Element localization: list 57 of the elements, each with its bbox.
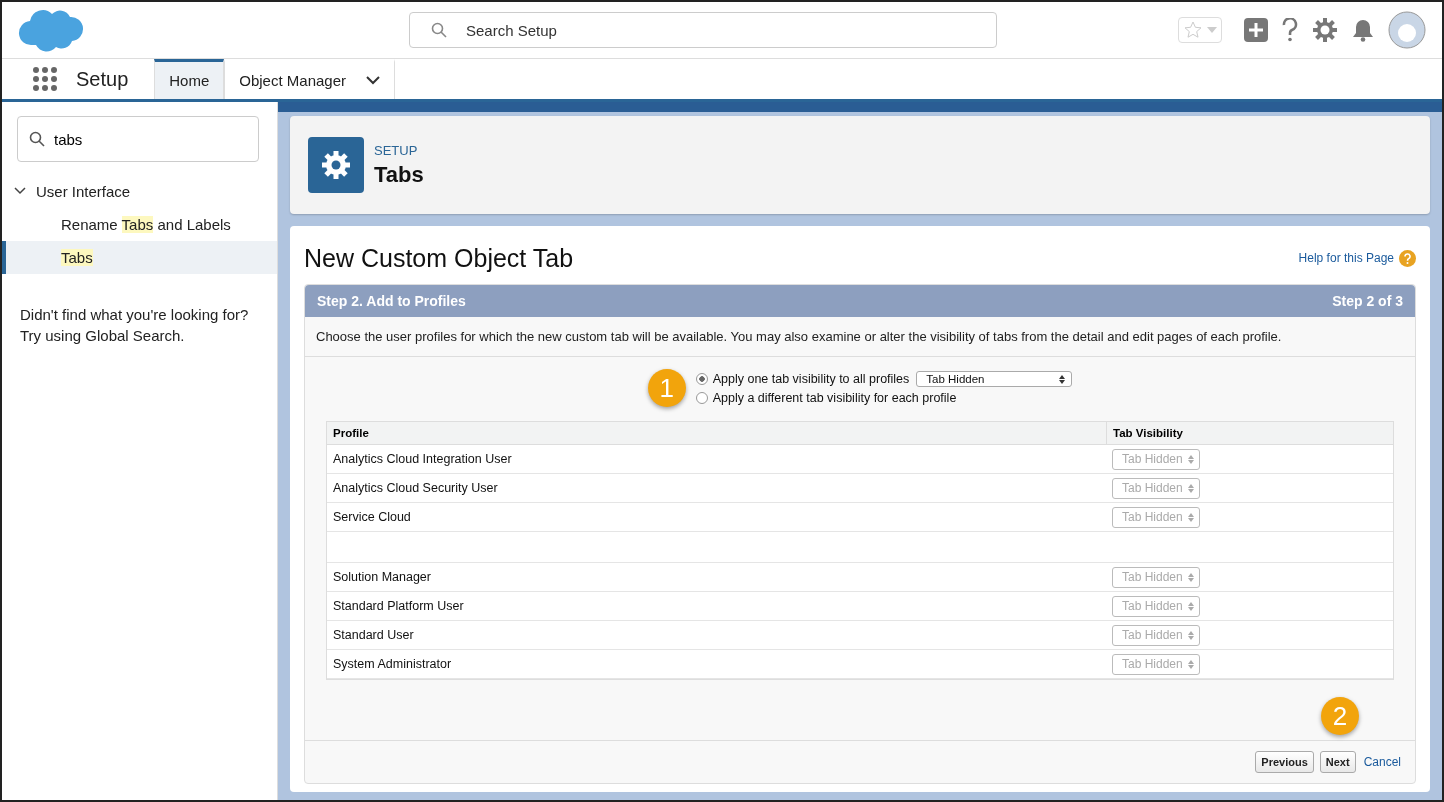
page-title: Tabs <box>374 161 424 188</box>
option-label: Apply one tab visibility to all profiles <box>712 372 910 386</box>
avatar-icon[interactable] <box>1388 11 1426 49</box>
step-callout: 1 <box>647 369 686 407</box>
search-icon <box>29 131 45 147</box>
search-field[interactable]: Search Setup <box>409 12 997 48</box>
tree-item[interactable]: Tabs <box>2 241 277 274</box>
description-text: Choose the user profiles for which the new custom tab will be available. You may also examine or alter the visibility of tabs from the detail and edit pages of each profile. <box>305 317 1415 357</box>
star-icon <box>1183 20 1203 40</box>
table-cell-text: Standard Platform User <box>332 599 465 613</box>
app-launcher-icon[interactable] <box>32 66 58 92</box>
table-cell-text: Service Cloud <box>332 510 412 524</box>
nav-tab[interactable]: Home <box>154 59 225 99</box>
hint-text: Try using Global Search. <box>20 326 186 346</box>
table-cell-text: Solution Manager <box>332 570 432 584</box>
updown-icon <box>1187 483 1194 493</box>
radio-button[interactable] <box>695 392 708 404</box>
updown-icon <box>1187 572 1194 582</box>
tree-item[interactable]: Rename Tabs and Labels <box>2 208 277 241</box>
column-header: Profile <box>332 427 370 439</box>
option-label: Apply a different tab visibility for each profile <box>712 391 957 405</box>
updown-icon <box>1059 374 1066 384</box>
step-title: Step 2. Add to Profiles <box>317 293 466 309</box>
updown-icon <box>1187 630 1194 640</box>
quick-find-field[interactable]: tabs <box>17 116 259 162</box>
settings-icon[interactable] <box>1312 17 1338 43</box>
tree-node[interactable]: User Interface <box>2 174 277 208</box>
table-cell-text: System Administrator <box>332 657 453 671</box>
chevron-icon <box>14 187 26 195</box>
hint-text: Didn't find what you're looking for? <box>20 305 250 325</box>
step-callout: 2 <box>1321 697 1359 735</box>
updown-icon <box>1187 454 1194 464</box>
search-icon <box>431 22 447 38</box>
step-number-label: Step 2 of 3 <box>1332 293 1403 309</box>
updown-icon <box>1187 659 1194 669</box>
help-icon[interactable] <box>1282 18 1298 42</box>
app-name: Setup <box>76 67 129 91</box>
visibility-select[interactable]: Tab Hidden <box>916 371 1073 387</box>
form-title: New Custom Object Tab <box>304 243 575 273</box>
radio-button[interactable] <box>695 373 708 385</box>
wizard-button[interactable]: Next <box>1319 751 1356 773</box>
caret-icon <box>1207 27 1217 33</box>
cloud-logo <box>18 7 84 53</box>
table-cell-text: Analytics Cloud Security User <box>332 481 499 495</box>
gear-icon <box>308 137 364 193</box>
updown-icon <box>1187 601 1194 611</box>
cancel-link[interactable]: Cancel <box>1363 755 1401 769</box>
updown-icon <box>1187 512 1194 522</box>
table-cell-text: Analytics Cloud Integration User <box>332 452 513 466</box>
plus-icon[interactable] <box>1244 18 1268 42</box>
nav-tab[interactable]: Object Manager <box>224 59 395 99</box>
breadcrumb-label: SETUP <box>374 142 419 158</box>
help-link[interactable]: Help for this Page <box>1298 251 1394 265</box>
table-cell-text: Standard User <box>332 628 415 642</box>
column-header: Tab Visibility <box>1106 422 1393 444</box>
notification-bell-icon[interactable] <box>1352 18 1374 42</box>
wizard-button[interactable]: Previous <box>1255 751 1314 773</box>
